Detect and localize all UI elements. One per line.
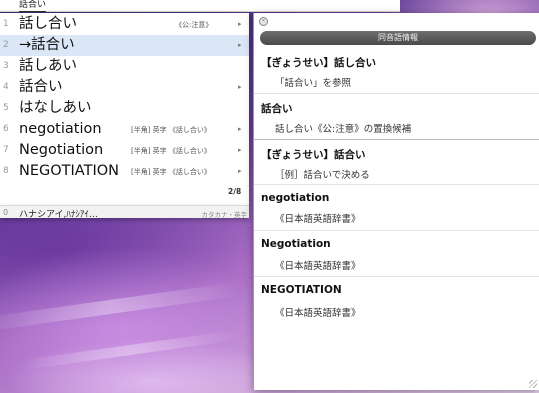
entry-body: 話し合い《公:注意》の置換候補 (275, 124, 412, 135)
candidate-text: negotiation (19, 121, 102, 137)
entry-body: 《日本語英語辞書》 (275, 308, 361, 319)
candidate-row[interactable]: 7 Negotiation [半角] 英字 《話し合い》 ▸ (0, 140, 249, 161)
entry-heading: Negotiation (261, 238, 331, 250)
candidate-number: 7 (3, 145, 9, 155)
prediction-row[interactable]: 0 ハナシアイ,ﾊﾅｼｱｲ… カタカナ・英字 (0, 205, 249, 220)
prediction-number: 0 (3, 208, 9, 217)
candidate-annotation: 《公:注意》 (175, 21, 213, 29)
submenu-arrow-icon[interactable]: ▸ (238, 20, 242, 28)
submenu-arrow-icon[interactable]: ▸ (238, 83, 242, 91)
prediction-annotation: カタカナ・英字 (201, 211, 248, 219)
candidate-row[interactable]: 1 話し合い 《公:注意》 ▸ (0, 14, 249, 35)
entry-heading: 【ぎょうせい】話合い (261, 149, 366, 161)
entry-heading: 話合い (261, 103, 293, 115)
info-entry[interactable]: 話合い 話し合い《公:注意》の置換候補 (254, 94, 539, 140)
info-entry[interactable]: 【ぎょうせい】話し合い 「話合い」を参照 (254, 49, 539, 94)
info-entry[interactable]: Negotiation 《日本語英語辞書》 (254, 231, 539, 277)
info-panel-header: × 同音語情報 (254, 13, 539, 48)
candidate-number: 1 (3, 19, 9, 29)
wallpaper-streak (20, 329, 240, 371)
submenu-arrow-icon[interactable]: ▸ (238, 125, 242, 133)
candidate-text: →話合い (19, 37, 75, 53)
candidate-row[interactable]: 8 NEGOTIATION [半角] 英字 《話し合い》 ▸ (0, 161, 249, 182)
candidate-window: 1 話し合い 《公:注意》 ▸ 2 →話合い ▸ 3 話しあい 4 話合い ▸ … (0, 13, 249, 205)
entry-heading: NEGOTIATION (261, 284, 342, 296)
info-entry[interactable]: 【ぎょうせい】話合い ［例］話合いで決める (254, 140, 539, 185)
candidate-annotation: [半角] 英字 《話し合い》 (131, 126, 211, 134)
close-icon[interactable]: × (259, 17, 268, 26)
entry-heading: 【ぎょうせい】話し合い (261, 57, 376, 69)
info-panel-title: 同音語情報 (260, 31, 536, 45)
entry-body: 《日本語英語辞書》 (275, 214, 361, 225)
homophone-info-panel: × 同音語情報 【ぎょうせい】話し合い 「話合い」を参照 話合い 話し合い《公:… (253, 13, 539, 390)
entry-body: 「話合い」を参照 (275, 78, 352, 89)
candidate-text: 話合い (19, 79, 63, 95)
resize-grip-icon[interactable] (529, 380, 537, 388)
candidate-number: 8 (3, 166, 9, 176)
candidate-annotation: [半角] 英字 《話し合い》 (131, 168, 211, 176)
candidate-text: はなしあい (19, 100, 92, 116)
candidate-row-selected[interactable]: 2 →話合い ▸ (0, 35, 249, 56)
submenu-arrow-icon[interactable]: ▸ (238, 41, 242, 49)
candidate-number: 5 (3, 103, 9, 113)
candidate-row[interactable]: 5 はなしあい (0, 98, 249, 119)
page-indicator: 2/8 (228, 187, 242, 196)
prediction-text: ハナシアイ,ﾊﾅｼｱｲ… (19, 210, 98, 220)
candidate-text: 話し合い (19, 16, 77, 32)
candidate-text: Negotiation (19, 142, 104, 158)
candidate-number: 3 (3, 61, 9, 71)
candidate-text: NEGOTIATION (19, 163, 119, 179)
candidate-number: 2 (3, 40, 9, 50)
entry-body: ［例］話合いで決める (275, 170, 370, 181)
entry-body: 《日本語英語辞書》 (275, 261, 361, 272)
candidate-number: 6 (3, 124, 9, 134)
document-area[interactable]: 話合い (0, 0, 400, 12)
info-entry[interactable]: NEGOTIATION 《日本語英語辞書》 (254, 277, 539, 323)
candidate-row[interactable]: 6 negotiation [半角] 英字 《話し合い》 ▸ (0, 119, 249, 140)
candidate-text: 話しあい (19, 58, 77, 74)
candidate-number: 4 (3, 82, 9, 92)
marked-input-text: 話合い (19, 0, 47, 12)
candidate-row[interactable]: 4 話合い ▸ (0, 77, 249, 98)
entry-heading: negotiation (261, 192, 330, 204)
candidate-row[interactable]: 3 話しあい (0, 56, 249, 77)
wallpaper-streak (0, 281, 240, 333)
candidate-annotation: [半角] 英字 《話し合い》 (131, 147, 211, 155)
submenu-arrow-icon[interactable]: ▸ (238, 146, 242, 154)
submenu-arrow-icon[interactable]: ▸ (238, 167, 242, 175)
info-entry[interactable]: negotiation 《日本語英語辞書》 (254, 185, 539, 231)
